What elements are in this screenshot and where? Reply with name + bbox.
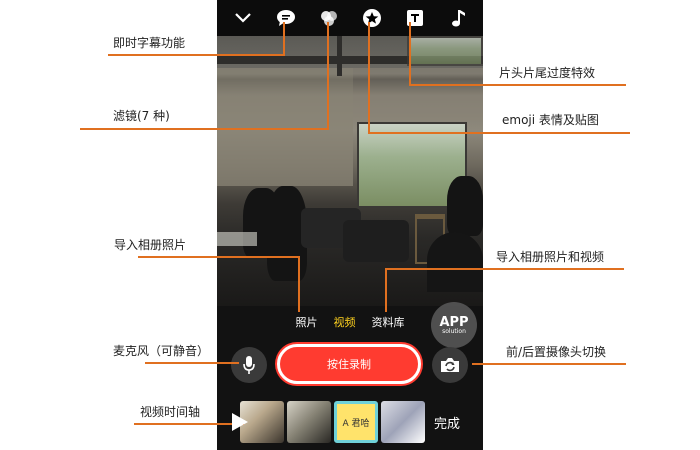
label-mic: 麦克风（可静音） <box>113 344 210 358</box>
leader-line <box>386 268 624 270</box>
leader-line <box>385 268 387 312</box>
leader-line <box>145 362 239 364</box>
text-box-icon[interactable] <box>402 5 428 31</box>
video-timeline[interactable]: A 君哈 完成 <box>217 394 483 450</box>
done-button[interactable]: 完成 <box>434 413 460 432</box>
label-timeline: 视频时间轴 <box>140 405 201 419</box>
mode-library[interactable]: 资料库 <box>372 314 405 330</box>
label-transition: 片头片尾过度特效 <box>499 66 596 80</box>
label-filter: 滤镜(7 种) <box>113 109 170 123</box>
top-toolbar <box>217 0 483 36</box>
leader-line <box>327 22 329 130</box>
leader-line <box>283 22 285 56</box>
watermark-main: APP <box>439 314 469 330</box>
leader-line <box>134 423 244 425</box>
camera-switch-button[interactable] <box>432 347 468 383</box>
leader-line <box>298 256 300 312</box>
camera-flip-icon <box>441 358 459 372</box>
timeline-clip[interactable] <box>381 401 425 443</box>
microphone-icon <box>243 356 255 374</box>
leader-line <box>369 132 630 134</box>
label-camera-switch: 前/后置摄像头切换 <box>506 345 607 359</box>
leader-line <box>409 22 411 86</box>
leader-line <box>368 22 370 134</box>
label-emoji: emoji 表情及贴图 <box>502 113 599 127</box>
label-subtitle: 即时字幕功能 <box>113 36 186 50</box>
mode-video[interactable]: 视频 <box>334 314 356 330</box>
leader-line <box>108 54 284 56</box>
label-import-photo: 导入相册照片 <box>114 238 187 252</box>
camera-preview <box>217 36 483 306</box>
phone-screen: 照片 视频 资料库 APP solution 按住录制 A 君哈 完成 <box>217 0 483 450</box>
capture-controls: APP solution 按住录制 <box>217 302 483 394</box>
leader-line <box>409 84 626 86</box>
record-button[interactable]: 按住录制 <box>277 344 421 384</box>
timeline-clip[interactable] <box>287 401 331 443</box>
play-icon[interactable] <box>231 412 249 432</box>
timeline-clip[interactable]: A 君哈 <box>334 401 378 443</box>
chevron-down-icon[interactable] <box>230 5 256 31</box>
leader-line <box>80 128 329 130</box>
music-note-icon[interactable] <box>445 5 471 31</box>
label-import-photo-video: 导入相册照片和视频 <box>496 250 605 264</box>
watermark-sub: solution <box>442 327 466 335</box>
screenshot: 照片 视频 资料库 APP solution 按住录制 A 君哈 完成 即时字幕… <box>0 0 700 450</box>
leader-line <box>472 363 626 365</box>
mode-photo[interactable]: 照片 <box>296 314 318 330</box>
microphone-button[interactable] <box>231 347 267 383</box>
speech-bubble-icon[interactable] <box>273 5 299 31</box>
app-solution-watermark: APP solution <box>431 302 477 348</box>
star-sticker-icon[interactable] <box>359 5 385 31</box>
leader-line <box>138 256 300 258</box>
clip-caption: A 君哈 <box>342 418 370 429</box>
